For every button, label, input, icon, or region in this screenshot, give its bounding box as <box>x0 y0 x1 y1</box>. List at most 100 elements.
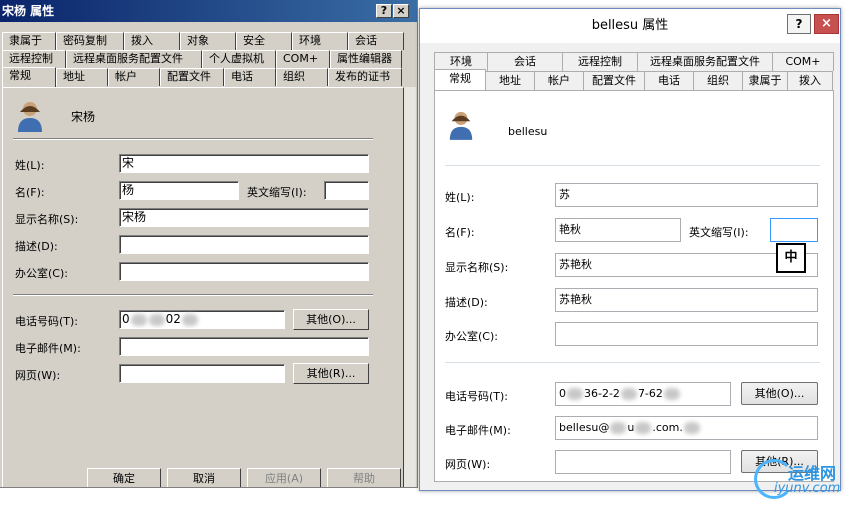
tab-personal-vm[interactable]: 个人虚拟机 <box>202 50 276 68</box>
separator <box>445 362 820 363</box>
phone-value-part: 02 <box>165 312 181 326</box>
other-phone-button[interactable]: 其他(O)... <box>741 382 818 405</box>
left-close-button[interactable]: × <box>393 4 409 18</box>
left-window-title: 宋杨 属性 <box>2 4 55 18</box>
office-input[interactable] <box>119 262 369 281</box>
webpage-input[interactable] <box>555 450 731 474</box>
phone-input[interactable]: 0 02 <box>119 310 285 329</box>
webpage-input[interactable] <box>119 364 285 383</box>
phone-value-part: 7-62 <box>637 387 663 400</box>
description-label: 描述(D): <box>445 296 488 309</box>
first-name-input[interactable]: 艳秋 <box>555 218 681 242</box>
initials-label: 英文缩写(I): <box>689 226 749 239</box>
tab-address[interactable]: 地址 <box>485 71 535 90</box>
last-name-label: 姓(L): <box>15 159 45 172</box>
right-close-button[interactable]: × <box>814 14 839 34</box>
separator <box>13 138 373 140</box>
tab-attribute-editor[interactable]: 属性编辑器 <box>330 50 402 68</box>
tab-security[interactable]: 安全 <box>236 32 292 50</box>
tab-published-certs[interactable]: 发布的证书 <box>328 68 402 86</box>
last-name-input[interactable]: 苏 <box>555 183 818 207</box>
tab-remote-control[interactable]: 远程控制 <box>562 52 638 71</box>
tab-object[interactable]: 对象 <box>180 32 236 50</box>
other-web-button[interactable]: 其他(R)... <box>293 363 369 384</box>
tab-com-plus[interactable]: COM+ <box>772 52 834 71</box>
left-general-panel: 宋杨 姓(L): 宋 名(F): 杨 英文缩写(I): 显示名称(S): 宋杨 … <box>2 87 404 487</box>
right-title-bar: bellesu 属性 <box>420 9 840 43</box>
tab-organization[interactable]: 组织 <box>276 68 328 86</box>
display-name-label: 显示名称(S): <box>445 261 509 274</box>
initials-input[interactable] <box>324 181 369 200</box>
user-display-name: 宋杨 <box>71 110 96 124</box>
webpage-label: 网页(W): <box>15 369 61 382</box>
initials-label: 英文缩写(I): <box>247 186 307 199</box>
email-value-part: .com. <box>652 421 683 434</box>
tab-general[interactable]: 常规 <box>2 67 56 87</box>
left-properties-dialog: 宋杨 属性 ? × 隶属于 密码复制 拨入 对象 安全 环境 会话 远程控制 远… <box>0 0 418 488</box>
ime-mode-indicator: 中 <box>776 243 806 273</box>
first-name-label: 名(F): <box>15 186 45 199</box>
phone-input[interactable]: 0 36-2-2 7-62 <box>555 382 731 406</box>
display-name-input[interactable]: 宋杨 <box>119 208 369 227</box>
separator <box>13 294 373 296</box>
tab-com-plus[interactable]: COM+ <box>276 50 330 68</box>
description-label: 描述(D): <box>15 240 58 253</box>
tab-account[interactable]: 帐户 <box>534 71 584 90</box>
help-button[interactable]: 帮助 <box>327 468 401 487</box>
email-label: 电子邮件(M): <box>15 342 81 355</box>
other-phone-button[interactable]: 其他(O)... <box>293 309 369 330</box>
right-general-panel: bellesu 姓(L): 苏 名(F): 艳秋 英文缩写(I): 显示名称(S… <box>434 90 834 482</box>
description-input[interactable]: 苏艳秋 <box>555 288 818 312</box>
right-help-button[interactable]: ? <box>787 14 811 34</box>
left-help-button[interactable]: ? <box>376 4 392 18</box>
phone-label: 电话号码(T): <box>445 390 509 403</box>
cancel-button[interactable]: 取消 <box>167 468 241 487</box>
tab-profile[interactable]: 配置文件 <box>583 71 645 90</box>
right-tab-row-1: 环境 会话 远程控制 远程桌面服务配置文件 COM+ <box>434 52 834 71</box>
initials-input[interactable] <box>770 218 818 242</box>
tab-member-of[interactable]: 隶属于 <box>742 71 788 90</box>
tab-profile[interactable]: 配置文件 <box>160 68 224 86</box>
left-scrollbar[interactable] <box>404 87 416 487</box>
first-name-input[interactable]: 杨 <box>119 181 239 200</box>
office-input[interactable] <box>555 322 818 346</box>
email-input[interactable]: bellesu@ u .com. <box>555 416 818 440</box>
first-name-label: 名(F): <box>445 226 475 239</box>
tab-organization[interactable]: 组织 <box>693 71 743 90</box>
office-label: 办公室(C): <box>15 267 68 280</box>
tab-telephones[interactable]: 电话 <box>224 68 276 86</box>
tab-remote-control[interactable]: 远程控制 <box>2 50 66 68</box>
tab-member-of[interactable]: 隶属于 <box>2 32 56 50</box>
left-tab-row-2: 远程控制 远程桌面服务配置文件 个人虚拟机 COM+ 属性编辑器 <box>2 50 402 68</box>
tab-sessions[interactable]: 会话 <box>348 32 404 50</box>
tab-general[interactable]: 常规 <box>434 69 486 90</box>
tab-account[interactable]: 帐户 <box>108 68 160 86</box>
phone-value-part: 36-2-2 <box>584 387 620 400</box>
tab-dial-in[interactable]: 拨入 <box>124 32 180 50</box>
email-value-part: bellesu@ <box>559 421 610 434</box>
last-name-input[interactable]: 宋 <box>119 154 369 173</box>
webpage-label: 网页(W): <box>445 458 491 471</box>
site-watermark: 运维网 iyunv.com <box>744 455 850 503</box>
separator <box>445 165 820 166</box>
tab-environment[interactable]: 环境 <box>292 32 348 50</box>
tab-address[interactable]: 地址 <box>56 68 108 86</box>
right-window-title: bellesu 属性 <box>591 18 669 33</box>
description-input[interactable] <box>119 235 369 254</box>
tab-dial-in[interactable]: 拨入 <box>787 71 833 90</box>
user-icon <box>18 102 42 132</box>
right-properties-dialog: bellesu 属性 ? × 环境 会话 远程控制 远程桌面服务配置文件 COM… <box>419 8 841 491</box>
user-display-name: bellesu <box>508 125 548 138</box>
left-tab-row-3: 常规 地址 帐户 配置文件 电话 组织 发布的证书 <box>2 67 402 87</box>
ok-button[interactable]: 确定 <box>87 468 161 487</box>
tab-password-replication[interactable]: 密码复制 <box>56 32 124 50</box>
tab-rds-profile[interactable]: 远程桌面服务配置文件 <box>66 50 202 68</box>
last-name-label: 姓(L): <box>445 191 475 204</box>
right-tab-row-2: 常规 地址 帐户 配置文件 电话 组织 隶属于 拨入 <box>434 69 833 90</box>
display-name-label: 显示名称(S): <box>15 213 79 226</box>
apply-button[interactable]: 应用(A) <box>247 468 321 487</box>
tab-telephones[interactable]: 电话 <box>644 71 694 90</box>
email-input[interactable] <box>119 337 369 356</box>
tab-sessions[interactable]: 会话 <box>487 52 563 71</box>
tab-rds-profile[interactable]: 远程桌面服务配置文件 <box>637 52 773 71</box>
